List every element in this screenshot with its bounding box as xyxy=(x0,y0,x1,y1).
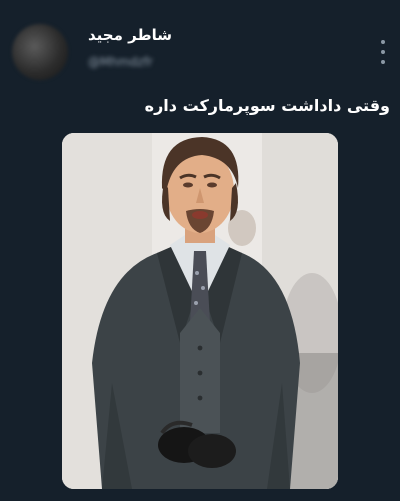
tweet-text: وقتی داداشت سوپرمارکت داره xyxy=(144,96,390,115)
handle[interactable]: @Mhmdzfr xyxy=(88,55,153,69)
meme-photo xyxy=(62,133,338,489)
tweet-image[interactable] xyxy=(62,133,338,489)
avatar[interactable] xyxy=(12,24,68,80)
display-name[interactable]: شاطر مجید xyxy=(88,26,172,44)
more-vertical-icon[interactable] xyxy=(378,40,388,64)
